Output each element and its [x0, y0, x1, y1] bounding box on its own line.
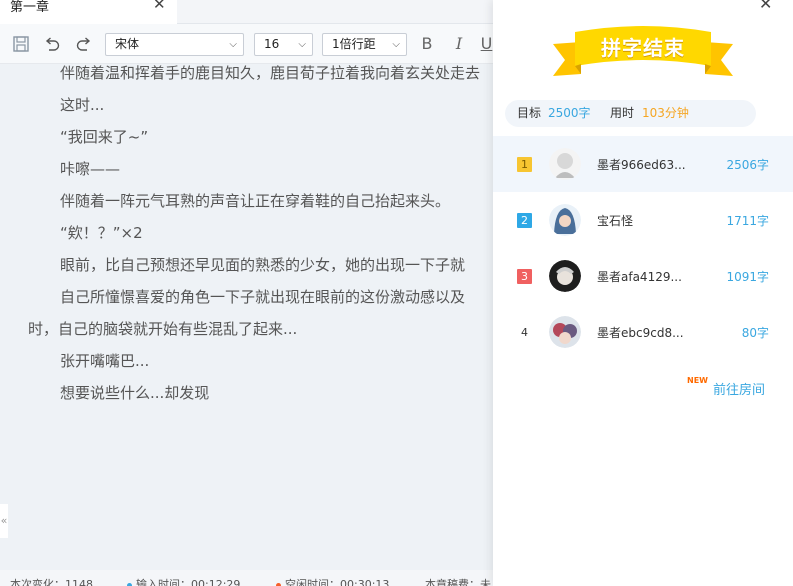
chapter-fee: 本章稿费：未: [425, 578, 491, 586]
line-spacing-select[interactable]: 1倍行距 ⌵: [322, 33, 407, 56]
editor-toolbar: 宋体 ⌵ 16 ⌵ 1倍行距 ⌵ B I U: [0, 24, 493, 64]
rank-badge: 1: [517, 157, 532, 172]
text-line: 这时...: [60, 96, 105, 114]
new-badge: NEW: [687, 376, 708, 385]
close-icon[interactable]: ✕: [759, 0, 772, 13]
user-name: 墨者966ed63...: [597, 158, 686, 172]
user-count: 1091字: [726, 270, 769, 284]
user-count: 2506字: [726, 158, 769, 172]
text-line: 张开嘴嘴巴...: [60, 352, 150, 370]
save-icon[interactable]: [12, 35, 30, 53]
italic-button[interactable]: I: [450, 35, 468, 53]
avatar: [549, 204, 581, 236]
user-name: 宝石怪: [597, 214, 634, 228]
text-line: “欸！？”×2: [60, 224, 143, 242]
tab-label: 第一章: [10, 0, 50, 15]
target-value: 2500字: [548, 106, 591, 120]
text-line: “我回来了~”: [60, 128, 149, 146]
target-label: 目标: [517, 106, 542, 120]
text-line: 眼前，比自己预想还早见面的熟悉的少女，她的出现一下子就: [60, 256, 466, 274]
text-line: 自己所憧憬喜爱的角色一下子就出现在眼前的这份激动感以及: [60, 288, 466, 306]
text-line: 咔嚓——: [60, 160, 121, 178]
text-line: 伴随着温和挥着手的鹿目知久，鹿目荀子拉着我向着玄关处走去: [60, 64, 481, 82]
banner-title: 拼字结束: [601, 36, 685, 60]
change-count: 本次变化：1148: [10, 578, 93, 586]
ranking-row[interactable]: 1 墨者966ed63... 2506字: [493, 136, 793, 192]
rank-badge: 2: [517, 213, 532, 228]
ranking-row[interactable]: 3 墨者afa4129... 1091字: [493, 248, 793, 304]
font-family-select[interactable]: 宋体 ⌵: [105, 33, 244, 56]
input-time-text: 输入时间：00:12:29: [136, 578, 241, 586]
dot-icon: [127, 582, 132, 586]
rank-badge: 3: [517, 269, 532, 284]
tab-bar: 第一章 ✕: [0, 0, 493, 25]
avatar: [549, 148, 581, 180]
dot-icon: [276, 582, 281, 586]
avatar: [549, 260, 581, 292]
idle-time: 空闲时间：00:30:13: [276, 576, 389, 586]
chevron-down-icon: ⌵: [392, 39, 400, 50]
line-spacing-value: 1倍行距: [332, 37, 376, 51]
font-family-value: 宋体: [115, 37, 140, 51]
enter-room-link[interactable]: 前往房间: [713, 379, 765, 398]
user-count: 1711字: [726, 214, 769, 228]
user-count: 80字: [741, 326, 769, 340]
undo-icon[interactable]: [43, 35, 61, 53]
text-line: 伴随着一阵元气耳熟的声音让正在穿着鞋的自己抬起来头。: [60, 192, 451, 210]
status-bar: 本次变化：1148 输入时间：00:12:29 空闲时间：00:30:13 本章…: [0, 570, 493, 586]
chevron-down-icon: ⌵: [298, 39, 306, 50]
font-size-select[interactable]: 16 ⌵: [254, 33, 313, 56]
time-label: 用时: [610, 106, 635, 120]
avatar: [549, 316, 581, 348]
rank-badge: 4: [521, 326, 528, 339]
tab-chapter-1[interactable]: 第一章 ✕: [0, 0, 177, 25]
text-line: 时，自己的脑袋就开始有些混乱了起来...: [28, 320, 298, 338]
ranking-row[interactable]: 4 墨者ebc9cd8... 80字: [493, 304, 793, 360]
ranking-row[interactable]: 2 宝石怪 1711字: [493, 192, 793, 248]
chevron-down-icon: ⌵: [229, 39, 237, 50]
close-icon[interactable]: ✕: [153, 0, 166, 12]
font-size-value: 16: [264, 37, 280, 51]
collapse-sidebar-icon[interactable]: «: [0, 504, 8, 538]
text-line: 想要说些什么...却发现: [60, 384, 210, 402]
bold-button[interactable]: B: [418, 35, 436, 53]
user-name: 墨者afa4129...: [597, 270, 682, 284]
time-value: 103分钟: [642, 106, 689, 120]
typing-result-panel: ✕ 拼字结束 目标 2500字 用时 103分钟 1 墨者966ed63... …: [493, 0, 793, 586]
input-time: 输入时间：00:12:29: [127, 576, 240, 586]
underline-button[interactable]: U: [480, 35, 493, 53]
redo-icon[interactable]: [75, 35, 93, 53]
result-banner: 拼字结束: [551, 22, 735, 84]
stats-bar: 目标 2500字 用时 103分钟: [505, 100, 756, 127]
user-name: 墨者ebc9cd8...: [597, 326, 684, 340]
editor-content[interactable]: 伴随着温和挥着手的鹿目知久，鹿目荀子拉着我向着玄关处走去 这时... “我回来了…: [0, 64, 493, 570]
idle-time-text: 空闲时间：00:30:13: [285, 578, 390, 586]
